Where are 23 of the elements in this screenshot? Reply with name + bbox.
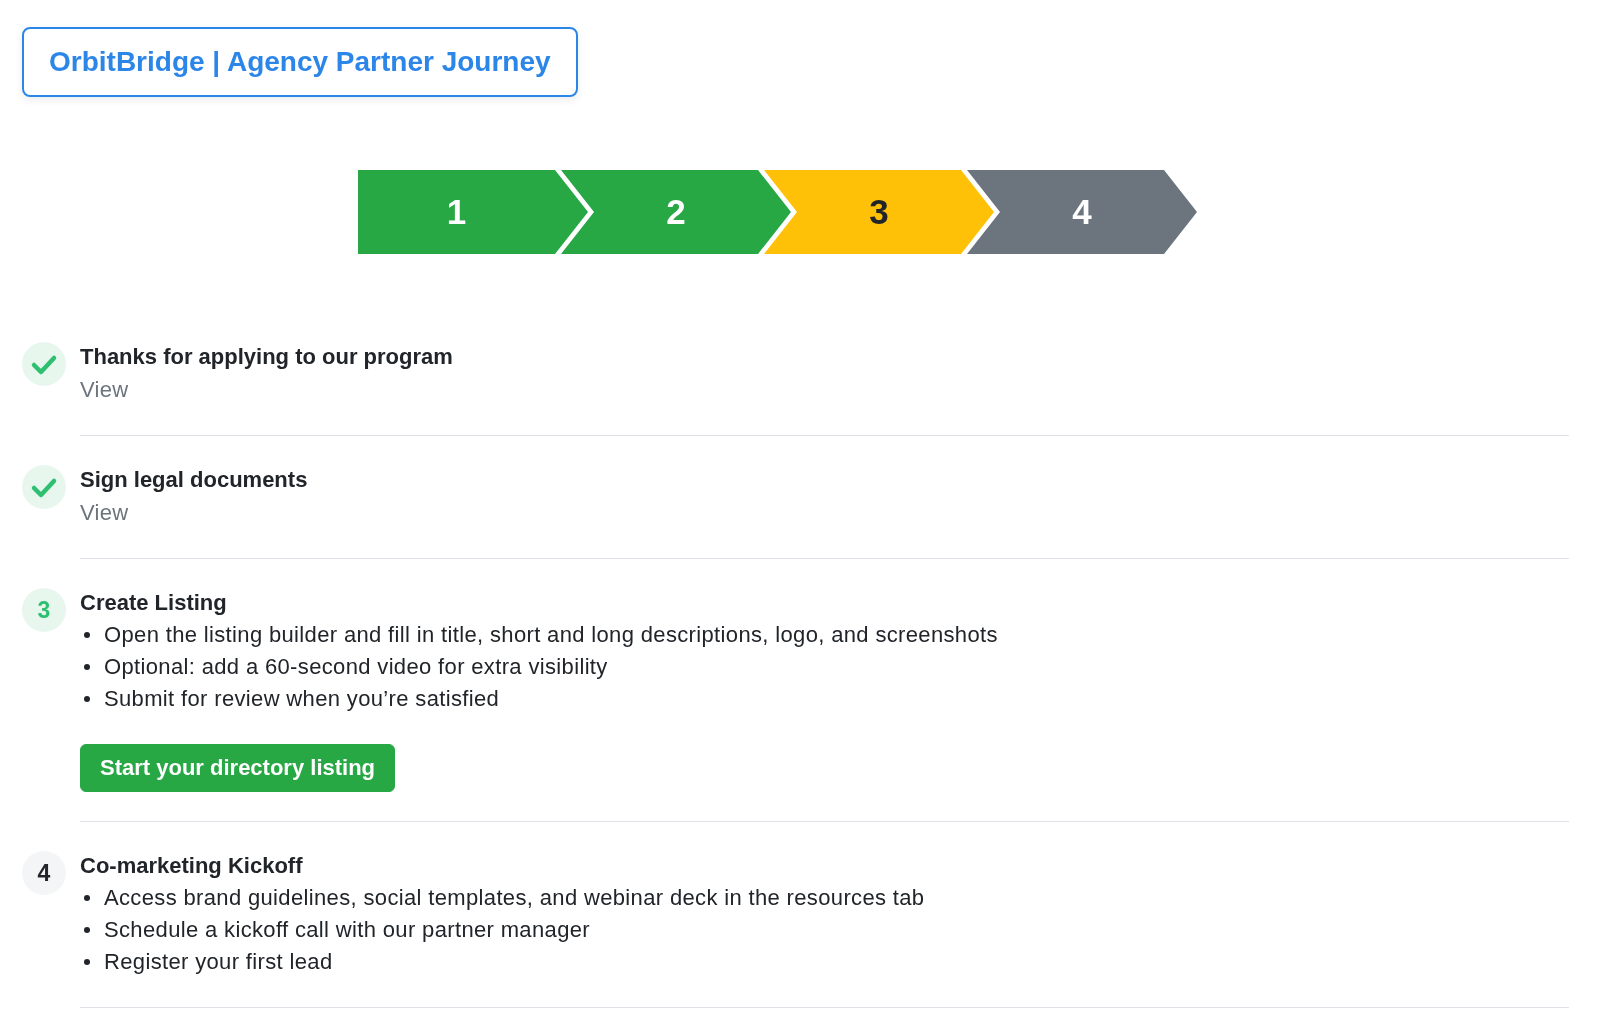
step-title: Create Listing [80, 589, 228, 617]
step-title: Co-marketing Kickoff [80, 852, 304, 880]
bullet-text: Open the listing builder and fill in title, short and long descriptions, logo, and screenshots [104, 621, 998, 649]
view-link[interactable]: View [80, 374, 129, 406]
bullet-icon [84, 927, 90, 933]
bullet-text: Register your first lead [104, 948, 333, 976]
bullet-text: Submit for review when you’re satisfied [104, 685, 500, 713]
step-number: 3 [22, 588, 66, 632]
step-number: 4 [22, 851, 66, 895]
bullet-text: Optional: add a 60-second video for extra visibility [104, 653, 608, 681]
view-link[interactable]: View [80, 497, 129, 529]
bullet-icon [84, 696, 90, 702]
step-chevron: 4 [967, 170, 1197, 254]
bullet-text: Access brand guidelines, social templates, and webinar deck in the resources tab [104, 884, 925, 912]
bullet-text: Schedule a kickoff call with our partner manager [104, 916, 590, 944]
step-title: Sign legal documents [80, 466, 309, 494]
bullet-icon [84, 632, 90, 638]
bullet-icon [84, 959, 90, 965]
bullet-icon [84, 895, 90, 901]
page-title: OrbitBridge | Agency Partner Journey [22, 27, 578, 97]
step-title: Thanks for applying to our program [80, 343, 454, 371]
start-listing-button[interactable]: Start your directory listing [80, 744, 396, 792]
bullet-icon [84, 664, 90, 670]
